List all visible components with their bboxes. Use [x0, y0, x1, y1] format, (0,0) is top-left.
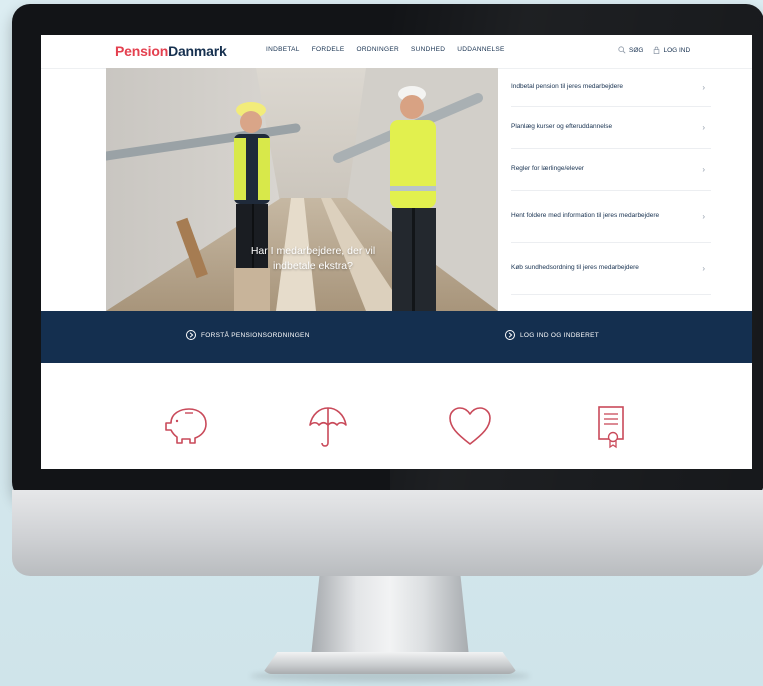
circle-chevron-icon	[505, 330, 515, 340]
side-links: Indbetal pension til jeres medarbejdere …	[511, 68, 711, 311]
side-link-foldere[interactable]: Hent foldere med information til jeres m…	[511, 190, 711, 243]
chevron-right-icon: ›	[702, 122, 705, 132]
side-link-laerlinge[interactable]: Regler for lærlinge/elever ›	[511, 148, 711, 191]
search-icon	[618, 46, 626, 54]
side-link-indbetal-pension[interactable]: Indbetal pension til jeres medarbejdere …	[511, 68, 711, 107]
site-logo[interactable]: PensionDanmark	[115, 43, 227, 59]
nav-item-ordninger[interactable]: ORDNINGER	[357, 46, 399, 53]
main-nav: INDBETAL FORDELE ORDNINGER SUNDHED UDDAN…	[266, 46, 505, 53]
side-link-label: Regler for lærlinge/elever	[511, 165, 584, 172]
search-label: SØG	[629, 46, 644, 54]
side-link-label: Indbetal pension til jeres medarbejdere	[511, 83, 624, 90]
piggy-bank-icon[interactable]	[163, 405, 209, 445]
login-label: LOG IND	[663, 46, 691, 54]
side-link-sundhedsordning[interactable]: Køb sundhedsordning til jeres medarbejde…	[511, 242, 711, 295]
heart-icon[interactable]	[447, 405, 493, 447]
utility-nav: SØG LOG IND	[618, 46, 690, 54]
login-report-button[interactable]: LOG IND OG INDBERET	[505, 330, 599, 340]
search-button[interactable]: SØG	[618, 46, 643, 54]
certificate-icon[interactable]	[597, 405, 627, 449]
hero-image[interactable]: Har I medarbejdere, der vil indbetale ek…	[106, 68, 498, 311]
chevron-right-icon: ›	[702, 82, 705, 92]
lock-icon	[654, 46, 660, 54]
understand-pension-button[interactable]: FORSTÅ PENSIONSORDNINGEN	[186, 330, 310, 340]
hero-caption-line-1: Har I medarbejdere, der vil	[250, 245, 376, 257]
login-report-label: LOG IND OG INDBERET	[520, 331, 600, 339]
side-link-label: Hent foldere med information til jeres m…	[511, 212, 660, 219]
nav-item-indbetal[interactable]: INDBETAL	[266, 46, 300, 53]
side-link-kurser[interactable]: Planlæg kurser og efteruddannelse ›	[511, 106, 711, 149]
login-button[interactable]: LOG IND	[653, 46, 690, 54]
site-header: PensionDanmark INDBETAL FORDELE ORDNINGE…	[41, 35, 752, 69]
hero-photo	[106, 68, 498, 311]
nav-item-fordele[interactable]: FORDELE	[312, 46, 345, 53]
feature-icons	[41, 363, 752, 469]
logo-part-2: Danmark	[168, 43, 227, 59]
chevron-right-icon: ›	[702, 164, 705, 174]
chevron-right-icon: ›	[702, 211, 705, 221]
logo-part-1: Pension	[115, 43, 169, 59]
cta-band: FORSTÅ PENSIONSORDNINGEN LOG IND OG INDB…	[41, 311, 752, 363]
circle-chevron-icon	[186, 330, 196, 340]
monitor-base	[262, 652, 518, 674]
hero-caption-line-2: indbetale ekstra?	[273, 260, 353, 272]
chevron-right-icon: ›	[702, 263, 705, 273]
monitor-stand	[311, 576, 469, 656]
nav-item-uddannelse[interactable]: UDDANNELSE	[457, 46, 504, 53]
monitor-screen: PensionDanmark INDBETAL FORDELE ORDNINGE…	[41, 35, 752, 469]
hero-caption: Har I medarbejdere, der vil indbetale ek…	[218, 244, 408, 274]
umbrella-icon[interactable]	[308, 405, 348, 449]
side-link-label: Køb sundhedsordning til jeres medarbejde…	[511, 264, 639, 271]
nav-item-sundhed[interactable]: SUNDHED	[411, 46, 445, 53]
side-link-label: Planlæg kurser og efteruddannelse	[511, 123, 613, 130]
monitor-chin	[12, 490, 763, 576]
understand-pension-label: FORSTÅ PENSIONSORDNINGEN	[201, 331, 310, 339]
